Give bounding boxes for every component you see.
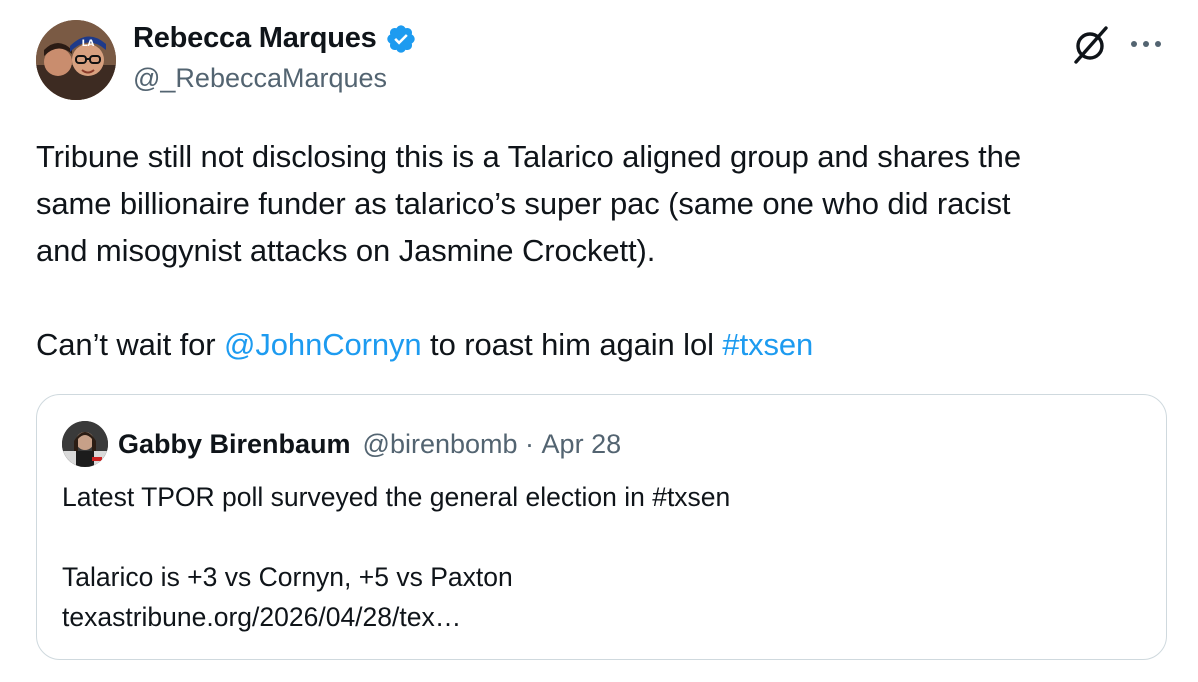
author-avatar[interactable]: LA	[36, 20, 116, 100]
author-handle[interactable]: @_RebeccaMarques	[133, 63, 387, 94]
quoted-author-handle[interactable]: @birenbomb	[363, 429, 518, 460]
post-text-line: Can’t wait for @JohnCornyn to roast him …	[36, 321, 1171, 368]
quoted-separator: ·	[517, 428, 542, 459]
more-icon[interactable]	[1124, 24, 1168, 64]
quoted-post-header: Gabby Birenbaum @birenbomb · Apr 28	[62, 421, 621, 467]
quoted-author-avatar[interactable]	[62, 421, 108, 467]
verified-badge-icon[interactable]	[385, 23, 417, 55]
quoted-author-name[interactable]: Gabby Birenbaum	[118, 429, 351, 460]
post-text-segment: Can’t wait for	[36, 327, 225, 362]
quoted-post-text: Latest TPOR poll surveyed the general el…	[62, 477, 730, 637]
author-display-name[interactable]: Rebecca Marques	[133, 22, 377, 55]
post-text-line: and misogynist attacks on Jasmine Crocke…	[36, 233, 656, 268]
post-text-line: Tribune still not disclosing this is a T…	[36, 139, 1021, 174]
mention-link[interactable]: @JohnCornyn	[224, 327, 422, 362]
post-text-line: same billionaire funder as talarico’s su…	[36, 186, 1011, 221]
quoted-text-line: Latest TPOR poll surveyed the general el…	[62, 482, 731, 512]
post-text: Tribune still not disclosing this is a T…	[36, 133, 1171, 368]
tweet: LA Rebecca Marques @_RebeccaMarques Trib…	[0, 0, 1198, 682]
quoted-link[interactable]: texastribune.org/2026/04/28/tex…	[62, 597, 730, 637]
grok-icon[interactable]	[1070, 22, 1114, 66]
quoted-date[interactable]: Apr 28	[542, 429, 622, 460]
author-name-row: Rebecca Marques	[133, 22, 417, 55]
quoted-text-line: Talarico is +3 vs Cornyn, +5 vs Paxton	[62, 562, 513, 592]
svg-text:LA: LA	[82, 39, 95, 49]
hashtag-link[interactable]: #txsen	[722, 327, 813, 362]
post-text-segment: to roast him again lol	[421, 327, 723, 362]
quoted-post-card[interactable]: Gabby Birenbaum @birenbomb · Apr 28 Late…	[36, 394, 1167, 660]
